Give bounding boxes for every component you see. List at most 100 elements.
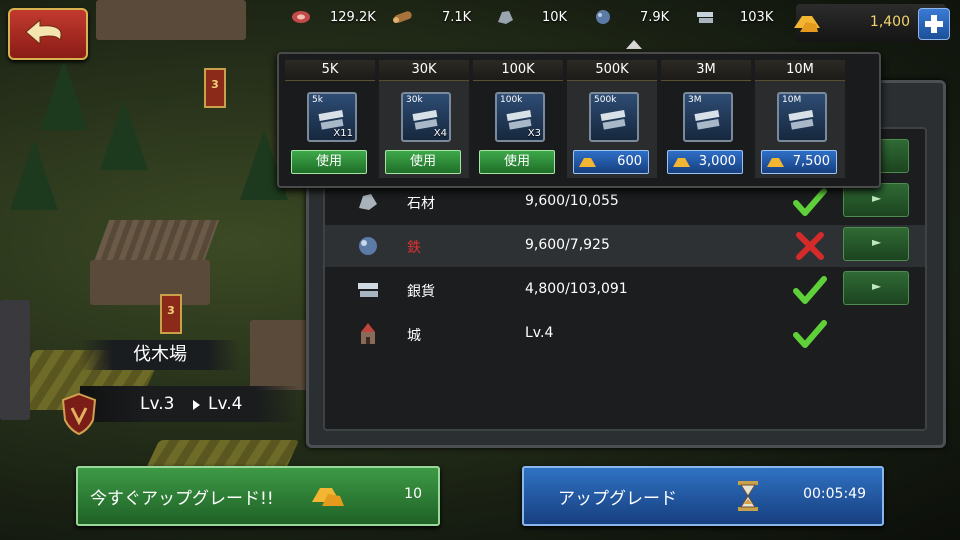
pack-label: 3M: [688, 95, 702, 105]
buy-gold-button[interactable]: [918, 8, 950, 40]
silver-pack-icon[interactable]: 5k X11: [307, 92, 357, 142]
gold-cost: 3,000: [698, 154, 736, 169]
buy-with-gold-button[interactable]: 600: [573, 150, 649, 174]
next-level: Lv.4: [208, 394, 243, 414]
silver-pack-icon[interactable]: 3M: [683, 92, 733, 142]
use-button[interactable]: 使用: [291, 150, 367, 174]
pack-size-header: 10M: [755, 60, 845, 81]
buy-with-gold-button[interactable]: 3,000: [667, 150, 743, 174]
popup-pointer: [626, 40, 642, 49]
instant-upgrade-button[interactable]: 今すぐアップグレード!! 10: [76, 466, 440, 526]
go-button[interactable]: ►: [843, 183, 909, 217]
requirement-value: 9,600/10,055: [525, 193, 619, 209]
use-button[interactable]: 使用: [479, 150, 555, 174]
resource-silver: 103K: [694, 6, 773, 28]
upgrade-button[interactable]: アップグレード 00:05:49: [522, 466, 884, 526]
resource-wood: 7.1K: [392, 6, 471, 28]
silver-icon: [697, 12, 713, 23]
gold-cost: 600: [617, 154, 642, 169]
plus-icon: [925, 15, 943, 33]
gold-icon: [767, 158, 784, 167]
silver-icon: [358, 283, 378, 297]
requirement-row: 城 Lv.4: [325, 313, 925, 355]
gold-icon: [312, 488, 344, 506]
instant-upgrade-label: 今すぐアップグレード!!: [90, 489, 274, 509]
resource-pack: 100K 100k X3 使用: [473, 60, 563, 178]
requirement-row: 銀貨 4,800/103,091: [325, 269, 925, 311]
requirement-value: 9,600/7,925: [525, 237, 610, 253]
resource-pack: 10M 10M 7,500: [755, 60, 845, 178]
stone-icon: [359, 194, 377, 210]
pack-size-header: 5K: [285, 60, 375, 81]
level-banner: 3: [204, 68, 226, 108]
hourglass-icon: [738, 481, 758, 511]
gold-icon: [794, 16, 820, 32]
arrow-right-icon: ►: [872, 235, 882, 249]
cross-icon: [796, 232, 824, 260]
pack-count: X11: [333, 128, 353, 139]
pack-label: 500k: [594, 95, 617, 105]
upgrade-label: アップグレード: [558, 489, 677, 509]
resource-food: 129.2K: [290, 6, 376, 28]
buy-with-gold-button[interactable]: 7,500: [761, 150, 837, 174]
pack-count: X4: [433, 128, 447, 139]
iron-icon: [359, 237, 377, 255]
requirement-name: 石材: [407, 196, 435, 212]
requirement-value: Lv.4: [525, 325, 554, 341]
silver-pack-icon[interactable]: 30k X4: [401, 92, 451, 142]
wood-icon: [393, 11, 412, 23]
arrow-right-icon: [193, 400, 200, 410]
resource-pack: 30K 30k X4 使用: [379, 60, 469, 178]
requirement-row: 鉄 9,600/7,925: [325, 225, 925, 267]
upgrade-time: 00:05:49: [803, 486, 866, 502]
gold-icon: [579, 158, 596, 167]
resource-pack: 5K 5k X11 使用: [285, 60, 375, 178]
tree: [100, 100, 148, 170]
building-name: 伐木場: [80, 340, 240, 370]
house: [250, 320, 310, 390]
meat-icon: [292, 11, 310, 23]
resource-stone: 10K: [494, 6, 567, 28]
tree: [10, 140, 58, 210]
gold-icon: [673, 158, 690, 167]
checkmark-icon: [793, 276, 827, 304]
resource-value: 7.9K: [640, 9, 670, 25]
shield-icon: [61, 392, 97, 436]
pack-label: 30k: [406, 95, 423, 105]
house: [0, 300, 30, 420]
tree: [40, 60, 88, 130]
arrow-right-icon: ►: [872, 191, 882, 205]
pack-label: 100k: [500, 95, 523, 105]
resource-value: 7.1K: [442, 9, 472, 25]
stone-icon: [498, 11, 513, 24]
resource-value: 10K: [542, 9, 568, 25]
resource-pack: 500K 500k 600: [567, 60, 657, 178]
iron-icon: [596, 10, 610, 24]
checkmark-icon: [793, 188, 827, 216]
requirement-value: 4,800/103,091: [525, 281, 628, 297]
silver-pack-icon[interactable]: 100k X3: [495, 92, 545, 142]
use-button[interactable]: 使用: [385, 150, 461, 174]
gold-value: 1,400: [869, 14, 910, 30]
pack-label: 10M: [782, 95, 802, 105]
gold-cost: 7,500: [792, 154, 830, 169]
go-button[interactable]: ►: [843, 227, 909, 261]
silver-pack-icon[interactable]: 500k: [589, 92, 639, 142]
pack-size-header: 500K: [567, 60, 657, 81]
arrow-right-icon: ►: [872, 279, 882, 293]
requirement-name: 銀貨: [407, 284, 435, 300]
level-banner: 3: [160, 294, 182, 334]
pack-size-header: 100K: [473, 60, 563, 81]
silver-pack-icon[interactable]: 10M: [777, 92, 827, 142]
resource-value: 129.2K: [330, 9, 376, 25]
pack-count: X3: [527, 128, 541, 139]
resource-iron: 7.9K: [592, 6, 669, 28]
go-button[interactable]: ►: [843, 271, 909, 305]
checkmark-icon: [793, 320, 827, 348]
resource-pack: 3M 3M 3,000: [661, 60, 751, 178]
pack-label: 5k: [312, 95, 323, 105]
current-level: Lv.3: [140, 394, 175, 414]
pack-size-header: 30K: [379, 60, 469, 81]
lumber-mill-building[interactable]: [90, 260, 210, 305]
requirement-name: 城: [407, 328, 421, 344]
